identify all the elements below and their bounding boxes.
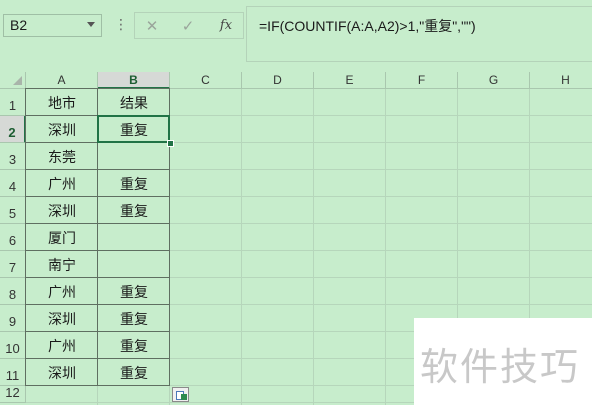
cell-a8[interactable]: 广州 — [26, 278, 98, 305]
cell-text: 重复 — [120, 177, 148, 193]
insert-function-icon[interactable]: fx — [213, 15, 239, 37]
row-number: 10 — [5, 341, 20, 356]
row-number: 12 — [5, 385, 20, 400]
check-icon[interactable]: ✓ — [175, 15, 201, 37]
cell-a5[interactable]: 深圳 — [26, 197, 98, 224]
cell-a7[interactable]: 南宁 — [26, 251, 98, 278]
column-header-h[interactable]: H — [530, 72, 592, 89]
name-box[interactable]: B2 — [3, 14, 102, 37]
column-header-c[interactable]: C — [170, 72, 242, 89]
row-number: 1 — [8, 98, 17, 113]
cell-text: 重复 — [120, 339, 148, 355]
column-header-e[interactable]: E — [314, 72, 386, 89]
table-row-divider — [26, 277, 170, 278]
cell-b11[interactable]: 重复 — [98, 359, 170, 386]
formula-buttons: ✕ ✓ fx — [134, 12, 244, 39]
cell-a10[interactable]: 广州 — [26, 332, 98, 359]
cell-text: 深圳 — [48, 204, 76, 220]
more-options-icon[interactable]: ⋮ — [114, 15, 128, 35]
cell-a6[interactable]: 厦门 — [26, 224, 98, 251]
cell-b8[interactable]: 重复 — [98, 278, 170, 305]
table-row-divider — [26, 250, 170, 251]
row-header-12[interactable]: 12 — [0, 385, 26, 403]
cell-b6[interactable] — [98, 224, 170, 251]
row-header-5[interactable]: 5 — [0, 197, 26, 224]
row-header-3[interactable]: 3 — [0, 143, 26, 170]
row-number: 9 — [8, 314, 17, 329]
active-cell-selection[interactable] — [97, 115, 170, 143]
cell-a11[interactable]: 深圳 — [26, 359, 98, 386]
row-header-11[interactable]: 11 — [0, 359, 26, 386]
row-header-10[interactable]: 10 — [0, 332, 26, 359]
table-row-divider — [26, 358, 170, 359]
cell-text: 地市 — [48, 96, 76, 112]
cell-text: 东莞 — [48, 150, 76, 166]
row-header-6[interactable]: 6 — [0, 224, 26, 251]
paste-badge-shape — [181, 394, 187, 400]
cell-text: 重复 — [120, 312, 148, 328]
select-all-button[interactable] — [0, 72, 26, 89]
cell-b9[interactable]: 重复 — [98, 305, 170, 332]
cell-text: 深圳 — [48, 123, 76, 139]
fill-handle[interactable] — [167, 140, 174, 147]
cell-b4[interactable]: 重复 — [98, 170, 170, 197]
formula-bar-area: B2 ⋮ ✕ ✓ fx =IF(COUNTIF(A:A,A2)>1,"重复","… — [0, 0, 592, 72]
row-header-8[interactable]: 8 — [0, 278, 26, 305]
chevron-down-icon[interactable] — [87, 22, 95, 27]
cell-text: 厦门 — [48, 231, 76, 247]
paste-options-icon[interactable] — [172, 387, 189, 402]
column-header-f[interactable]: F — [386, 72, 458, 89]
formula-text: =IF(COUNTIF(A:A,A2)>1,"重复","") — [259, 18, 476, 34]
cell-a1[interactable]: 地市 — [26, 89, 98, 116]
cell-a3[interactable]: 东莞 — [26, 143, 98, 170]
row-number: 4 — [8, 179, 17, 194]
cell-text: 重复 — [120, 366, 148, 382]
table-row-divider — [26, 223, 170, 224]
row-header-4[interactable]: 4 — [0, 170, 26, 197]
row-number: 2 — [8, 125, 16, 140]
cell-text: 深圳 — [48, 366, 76, 382]
column-header-a[interactable]: A — [26, 72, 98, 89]
table-row-divider — [26, 196, 170, 197]
cell-text: 重复 — [120, 285, 148, 301]
cell-text: 深圳 — [48, 312, 76, 328]
column-header-g[interactable]: G — [458, 72, 530, 89]
row-number: 8 — [8, 287, 17, 302]
cell-text: 广州 — [48, 285, 76, 301]
table-row-divider — [26, 169, 170, 170]
row-header-9[interactable]: 9 — [0, 305, 26, 332]
cancel-icon[interactable]: ✕ — [139, 15, 165, 37]
row-number: 7 — [8, 260, 17, 275]
row-number: 3 — [8, 152, 17, 167]
cell-b7[interactable] — [98, 251, 170, 278]
row-header-7[interactable]: 7 — [0, 251, 26, 278]
select-all-icon — [13, 76, 22, 85]
row-number: 6 — [8, 233, 17, 248]
watermark-text: 软件技巧 — [420, 345, 581, 389]
row-number: 11 — [5, 368, 20, 383]
cell-text: 广州 — [48, 177, 76, 193]
row-header-1[interactable]: 1 — [0, 89, 26, 116]
cell-text: 结果 — [120, 96, 148, 112]
cell-a2[interactable]: 深圳 — [26, 116, 98, 143]
cell-b5[interactable]: 重复 — [98, 197, 170, 224]
formula-input[interactable]: =IF(COUNTIF(A:A,A2)>1,"重复","") — [246, 6, 592, 62]
cell-b1[interactable]: 结果 — [98, 89, 170, 116]
cell-a4[interactable]: 广州 — [26, 170, 98, 197]
cell-text: 重复 — [120, 204, 148, 220]
name-box-value: B2 — [10, 17, 28, 33]
column-header-b[interactable]: B — [98, 72, 170, 89]
cell-a9[interactable]: 深圳 — [26, 305, 98, 332]
cell-b10[interactable]: 重复 — [98, 332, 170, 359]
table-row-divider — [26, 331, 170, 332]
column-header-d[interactable]: D — [242, 72, 314, 89]
row-header-2[interactable]: 2 — [0, 116, 26, 143]
cell-text: 南宁 — [48, 258, 76, 274]
cell-text: 广州 — [48, 339, 76, 355]
cell-b3[interactable] — [98, 143, 170, 170]
watermark: 软件技巧 — [414, 318, 592, 405]
table-row-divider — [26, 304, 170, 305]
row-number: 5 — [8, 206, 17, 221]
